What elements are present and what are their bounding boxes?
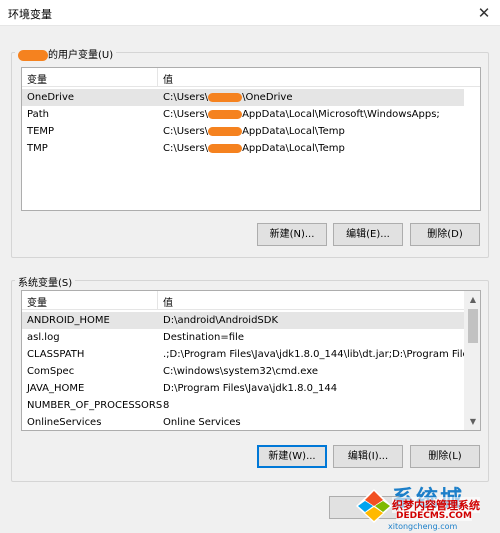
system-variables-list[interactable]: 变量 值 ANDROID_HOME D:\android\AndroidSDK … [21,290,481,431]
list-item[interactable]: ComSpec C:\windows\system32\cmd.exe [22,363,464,380]
scrollbar-thumb[interactable] [468,309,478,343]
list-item[interactable]: CLASSPATH .;D:\Program Files\Java\jdk1.8… [22,346,478,363]
column-header-variable[interactable]: 变量 [27,294,47,309]
list-item[interactable]: Path C:\Users\ AppData\Local\Microsoft\Wi… [22,106,464,123]
list-item[interactable]: TEMP C:\Users\ AppData\Local\Temp [22,123,464,140]
list-header: 变量 值 [22,68,480,87]
scroll-up-icon[interactable]: ▲ [465,291,480,308]
close-icon[interactable]: ✕ [474,3,494,23]
watermark-url: DEDECMS.COM [396,511,472,521]
column-header-value[interactable]: 值 [163,71,173,86]
watermark-subtext: xitongcheng.com [388,522,458,531]
system-delete-button[interactable]: 删除(L) [410,445,480,468]
vertical-scrollbar[interactable]: ▲ ▼ [464,291,480,430]
system-variables-label: 系统变量(S) [15,274,76,289]
list-item[interactable]: asl.log Destination=file [22,329,464,346]
user-new-button[interactable]: 新建(N)... [257,223,327,246]
column-header-variable[interactable]: 变量 [27,71,47,86]
title-bar: 环境变量 ✕ [0,0,500,26]
list-item[interactable]: ANDROID_HOME D:\android\AndroidSDK [22,312,464,329]
system-new-button[interactable]: 新建(W)... [257,445,327,468]
user-variables-list[interactable]: 变量 值 OneDrive C:\Users\ \OneDrive Path C:… [21,67,481,211]
windows-logo-icon [356,489,392,523]
redacted-username [18,49,48,61]
list-item[interactable]: TMP C:\Users\ AppData\Local\Temp [22,140,464,157]
list-header: 变量 值 [22,291,464,310]
user-delete-button[interactable]: 删除(D) [410,223,480,246]
window-title: 环境变量 [8,8,52,21]
user-variables-label: 的用户变量(U) [15,46,117,61]
list-item[interactable]: JAVA_HOME D:\Program Files\Java\jdk1.8.0… [22,380,464,397]
user-edit-button[interactable]: 编辑(E)... [333,223,403,246]
system-edit-button[interactable]: 编辑(I)... [333,445,403,468]
list-item[interactable]: OneDrive C:\Users\ \OneDrive [22,89,464,106]
column-header-value[interactable]: 值 [163,294,173,309]
list-item[interactable]: NUMBER_OF_PROCESSORS 8 [22,397,464,414]
scroll-down-icon[interactable]: ▼ [465,413,480,430]
list-item[interactable]: OnlineServices Online Services [22,414,464,430]
watermark: 系统城 织梦内容管理系统 DEDECMS.COM xitongcheng.com [348,483,500,533]
